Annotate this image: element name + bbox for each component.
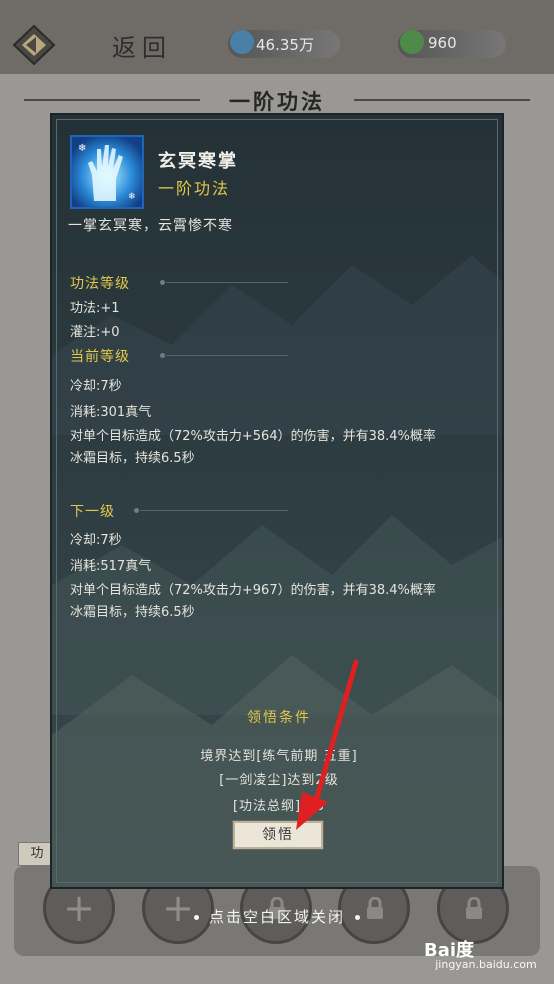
current-effect-1: 对单个目标造成（72%攻击力+564）的伤害，并有38.4%概率 — [70, 429, 436, 444]
section-divider — [140, 510, 288, 511]
next-cost: 消耗:517真气 — [70, 559, 152, 574]
next-effect-2: 冰霜目标，持续6.5秒 — [70, 605, 195, 620]
skill-tier: 一阶功法 — [158, 179, 231, 198]
back-label[interactable]: 返回 — [112, 28, 172, 63]
svg-text:❄: ❄ — [128, 192, 136, 202]
back-arrow-icon[interactable] — [10, 22, 60, 68]
section-dot — [134, 508, 139, 513]
hint-dot — [355, 915, 360, 920]
svg-text:❄: ❄ — [78, 143, 86, 154]
condition-1: 境界达到[练气前期 五重] — [200, 749, 358, 764]
section-current-title: 当前等级 — [70, 349, 130, 365]
title-divider-right — [354, 99, 530, 101]
currency-1-value: 46.35万 — [256, 36, 314, 54]
learn-button[interactable]: 领悟 — [233, 821, 323, 849]
skill-name: 玄冥寒掌 — [158, 151, 238, 172]
page-title: 一阶功法 — [229, 89, 325, 114]
green-lotus-icon — [400, 30, 424, 54]
current-cost: 消耗:301真气 — [70, 405, 152, 420]
next-effect-1: 对单个目标造成（72%攻击力+967）的伤害，并有38.4%概率 — [70, 583, 436, 598]
ice-palm-icon: ❄ ❄ — [70, 135, 144, 209]
condition-2: [一剑凌尘]达到2级 — [219, 773, 339, 788]
condition-3: [功法总纲]1/3 — [232, 799, 326, 814]
current-cooldown: 冷却:7秒 — [70, 379, 122, 394]
next-cooldown: 冷却:7秒 — [70, 533, 122, 548]
close-hint[interactable]: 点击空白区域关闭 — [0, 906, 554, 927]
section-divider — [166, 282, 288, 283]
skill-description: 一掌玄冥寒，云霄惨不寒 — [68, 218, 233, 234]
currency-2-value: 960 — [428, 34, 457, 52]
conditions-title: 领悟条件 — [247, 710, 311, 726]
section-dot — [160, 353, 165, 358]
section-next-title: 下一级 — [70, 504, 115, 520]
level-line-1: 功法:+1 — [70, 301, 120, 316]
hint-dot — [193, 915, 199, 920]
section-level-title: 功法等级 — [70, 276, 130, 292]
blue-gem-icon — [230, 30, 254, 54]
current-effect-2: 冰霜目标，持续6.5秒 — [70, 451, 195, 466]
skill-detail-modal: ❄ ❄ 玄冥寒掌 一阶功法 一掌玄冥寒，云霄惨不寒 功法等级 功法:+1 灌注:… — [50, 113, 504, 889]
top-bar: 返回 46.35万 960 — [0, 0, 554, 74]
watermark-url: jingyan.baidu.com — [435, 958, 537, 971]
section-divider — [166, 355, 288, 356]
level-line-2: 灌注:+0 — [70, 325, 120, 340]
close-hint-text: 点击空白区域关闭 — [208, 908, 345, 926]
section-dot — [160, 280, 165, 285]
